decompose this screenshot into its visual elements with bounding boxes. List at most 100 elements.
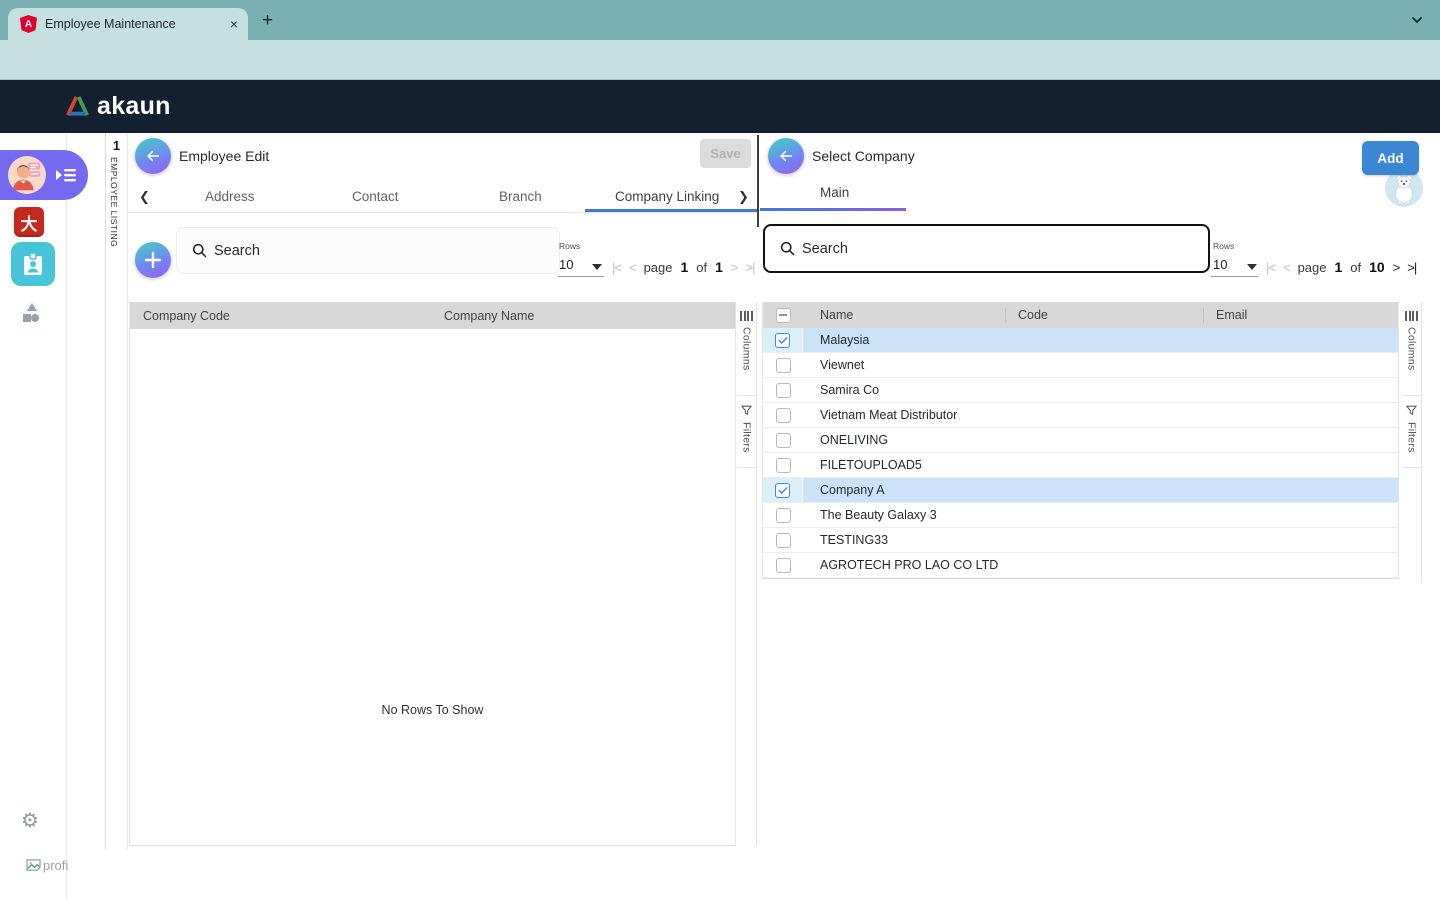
page-title: Employee Edit xyxy=(179,148,269,164)
tabbar-divider xyxy=(128,212,757,213)
column-header-email[interactable]: Email xyxy=(1216,308,1247,322)
cell-code xyxy=(1001,403,1199,427)
table-row[interactable]: TESTING33 xyxy=(763,528,1398,553)
tab-main[interactable]: Main xyxy=(820,185,849,200)
cell-code xyxy=(1001,328,1199,352)
page-last-button[interactable]: >| xyxy=(746,260,755,275)
search-box[interactable] xyxy=(763,224,1210,273)
rows-per-page-value[interactable]: 10 xyxy=(1213,257,1227,272)
row-checkbox[interactable] xyxy=(776,508,791,523)
add-row-button[interactable] xyxy=(135,242,171,278)
tab-search-chevron-icon[interactable] xyxy=(1410,13,1424,27)
row-checkbox[interactable] xyxy=(776,358,791,373)
column-header-company-name[interactable]: Company Name xyxy=(444,309,534,323)
row-checkbox[interactable] xyxy=(776,533,791,548)
rows-per-page-value[interactable]: 10 xyxy=(559,257,573,272)
cell-name: The Beauty Galaxy 3 xyxy=(803,503,1001,527)
table-row[interactable]: Samira Co xyxy=(763,378,1398,403)
table-row[interactable]: Vietnam Meat Distributor xyxy=(763,403,1398,428)
column-header-company-code[interactable]: Company Code xyxy=(130,309,230,323)
page-next-button[interactable]: > xyxy=(1393,260,1400,275)
table-row[interactable]: The Beauty Galaxy 3 xyxy=(763,503,1398,528)
filters-tool-label: Filters xyxy=(741,422,753,453)
employee-edit-panel: Employee Edit Save ❮ Address Contact Bra… xyxy=(128,133,758,850)
row-checkbox[interactable] xyxy=(776,458,791,473)
browser-tab[interactable]: A Employee Maintenance × xyxy=(8,8,248,40)
select-company-panel: Select Company Add Main Rows 10 |< < pag… xyxy=(757,133,1440,850)
table-header: Company Code Company Name xyxy=(130,302,735,329)
search-input[interactable] xyxy=(802,241,1144,257)
broken-image-alt-text: profi xyxy=(43,858,68,873)
cell-email xyxy=(1199,428,1398,452)
sidebar-item-shapes-applet[interactable] xyxy=(18,299,46,327)
table-row[interactable]: Viewnet xyxy=(763,353,1398,378)
add-button[interactable]: Add xyxy=(1362,141,1419,175)
filters-tool-button[interactable]: Filters xyxy=(1402,396,1421,468)
cell-name: Company A xyxy=(803,478,1001,502)
cell-name: Samira Co xyxy=(803,378,1001,402)
row-checkbox[interactable] xyxy=(776,408,791,423)
row-checkbox[interactable] xyxy=(776,558,791,573)
rows-select-caret-icon[interactable] xyxy=(592,264,602,270)
row-checkbox[interactable] xyxy=(776,433,791,448)
angular-favicon-icon: A xyxy=(20,15,37,33)
table-row[interactable]: Company A xyxy=(763,478,1398,503)
table-row[interactable]: Malaysia xyxy=(763,328,1398,353)
back-button[interactable] xyxy=(768,138,804,174)
search-box[interactable] xyxy=(176,227,560,274)
column-header-name[interactable]: Name xyxy=(820,308,853,322)
page-next-button[interactable]: > xyxy=(731,260,738,275)
page-first-button[interactable]: |< xyxy=(1266,260,1275,275)
save-button[interactable]: Save xyxy=(700,139,751,168)
page-prev-button[interactable]: < xyxy=(629,260,636,275)
row-checkbox-cell xyxy=(763,453,803,477)
arrow-left-icon xyxy=(777,147,795,165)
page-prev-button[interactable]: < xyxy=(1283,260,1290,275)
rows-label: Rows xyxy=(1213,241,1234,251)
filters-tool-button[interactable]: Filters xyxy=(737,396,756,468)
header-checkbox-cell xyxy=(763,302,803,328)
table-row[interactable]: AGROTECH PRO LAO CO LTD xyxy=(763,553,1398,578)
row-checkbox[interactable] xyxy=(775,333,790,348)
broken-image-icon xyxy=(26,859,41,872)
filters-tool-label: Filters xyxy=(1406,422,1418,453)
page-first-button[interactable]: |< xyxy=(612,260,621,275)
pagination: |< < page 1 of 10 > >| xyxy=(1266,259,1416,275)
row-checkbox[interactable] xyxy=(776,383,791,398)
tab-address[interactable]: Address xyxy=(205,189,255,204)
back-button[interactable] xyxy=(135,138,171,174)
column-divider[interactable] xyxy=(1203,308,1204,323)
column-divider[interactable] xyxy=(1005,308,1006,323)
cell-name: Viewnet xyxy=(803,353,1001,377)
sidebar-item-da-applet[interactable]: 大 xyxy=(14,207,44,237)
table-row[interactable]: ONELIVING xyxy=(763,428,1398,453)
new-tab-button[interactable]: + xyxy=(262,10,273,32)
page-word: page xyxy=(1298,260,1327,275)
column-header-code[interactable]: Code xyxy=(1018,308,1048,322)
sidebar-item-hr-applet[interactable] xyxy=(11,242,55,286)
employee-applet-avatar-icon xyxy=(8,156,46,194)
browser-toolbar: akaun.cloud/#/applets/wavelet/erp/entity… xyxy=(0,40,1440,80)
row-checkbox-cell xyxy=(763,553,803,577)
tab-contact[interactable]: Contact xyxy=(352,189,399,204)
rows-select-caret-icon[interactable] xyxy=(1247,264,1257,270)
tabs-scroll-left-icon[interactable]: ❮ xyxy=(139,189,150,205)
settings-gear-icon[interactable]: ⚙ xyxy=(21,808,39,833)
columns-tool-button[interactable]: Columns xyxy=(737,302,756,396)
tab-company-linking[interactable]: Company Linking xyxy=(615,189,719,204)
page-last-button[interactable]: >| xyxy=(1407,260,1416,275)
table-row[interactable]: FILETOUPLOAD5 xyxy=(763,453,1398,478)
row-checkbox[interactable] xyxy=(775,483,790,498)
select-all-checkbox[interactable] xyxy=(776,308,791,323)
columns-tool-button[interactable]: Columns xyxy=(1402,302,1421,396)
akaun-logo-icon xyxy=(64,94,91,119)
tab-branch[interactable]: Branch xyxy=(499,189,542,204)
tab-close-icon[interactable]: × xyxy=(230,16,238,32)
akaun-brand[interactable]: akaun xyxy=(64,92,171,121)
workspace-tab-strip[interactable]: 1 EMPLOYEE LISTING xyxy=(105,133,128,849)
search-input[interactable] xyxy=(214,243,508,259)
sidebar-item-employee-applet[interactable] xyxy=(0,150,88,200)
tabs-scroll-right-icon[interactable]: ❯ xyxy=(738,189,749,205)
browser-tabstrip: A Employee Maintenance × + xyxy=(0,0,1440,40)
row-checkbox-cell xyxy=(763,528,803,552)
